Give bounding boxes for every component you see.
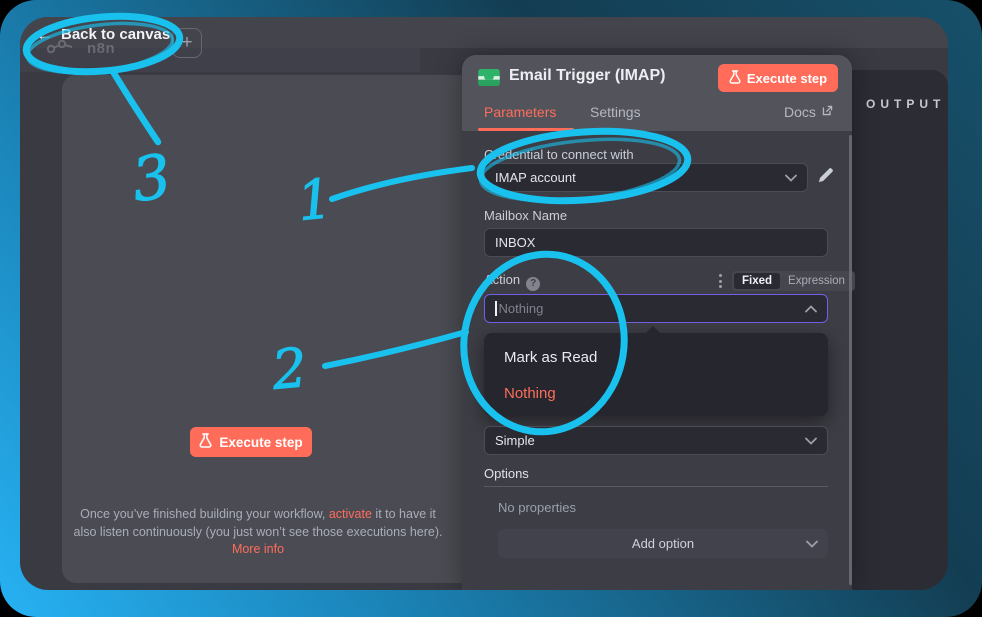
chevron-up-icon — [805, 301, 817, 316]
edit-credential-pencil-icon[interactable] — [817, 167, 834, 184]
more-info-link[interactable]: More info — [232, 542, 284, 556]
fixed-expression-toggle: Fixed Expression — [732, 271, 855, 291]
execute-step-label: Execute step — [747, 71, 827, 86]
node-settings-panel: Email Trigger (IMAP) Execute step Parame… — [462, 55, 852, 590]
mailbox-value: INBOX — [495, 235, 535, 250]
mode-fixed-button[interactable]: Fixed — [734, 273, 780, 289]
node-panel-header: Email Trigger (IMAP) Execute step Parame… — [462, 55, 852, 131]
mailbox-input[interactable]: INBOX — [484, 228, 828, 257]
panel-scrollbar[interactable] — [849, 135, 852, 585]
hint-text-1: Once you’ve finished building your workf… — [80, 507, 329, 521]
app-window: n8n ← Back to canvas + Execute step Once… — [20, 17, 948, 590]
no-properties-text: No properties — [498, 500, 576, 515]
flask-icon — [199, 433, 212, 451]
back-arrow-icon: ← — [36, 26, 53, 43]
docs-label: Docs — [784, 104, 816, 120]
email-imap-node-icon — [478, 69, 500, 86]
credential-select[interactable]: IMAP account — [484, 163, 808, 192]
node-title: Email Trigger (IMAP) — [509, 67, 665, 85]
back-to-canvas-button[interactable]: ← Back to canvas — [36, 26, 170, 43]
options-divider — [484, 486, 828, 487]
format-select[interactable]: Simple — [484, 426, 828, 455]
canvas-execute-step-button[interactable]: Execute step — [190, 427, 312, 457]
action-select[interactable]: Nothing — [484, 294, 828, 323]
kebab-menu-icon[interactable] — [717, 272, 724, 290]
tab-parameters[interactable]: Parameters — [484, 104, 556, 120]
add-option-button[interactable]: Add option — [498, 529, 828, 558]
external-link-icon — [821, 104, 834, 120]
docs-link[interactable]: Docs — [784, 104, 834, 120]
hint-text-3: also listen continuously (you just won’t… — [74, 525, 443, 539]
execute-step-button[interactable]: Execute step — [718, 64, 838, 92]
dropdown-option-mark-as-read[interactable]: Mark as Read — [504, 349, 597, 366]
action-label: Action? — [484, 272, 540, 291]
chevron-down-icon — [805, 433, 817, 448]
output-panel: OUTPUT — [852, 70, 948, 590]
credential-label: Credential to connect with — [484, 147, 634, 162]
hint-text-2: it to have it — [372, 507, 436, 521]
plus-icon: + — [181, 32, 192, 54]
activation-hint: Once you’ve finished building your workf… — [67, 506, 449, 559]
credential-value: IMAP account — [495, 170, 576, 185]
chevron-down-icon — [806, 536, 818, 551]
action-row-controls: Fixed Expression — [717, 271, 855, 291]
help-icon[interactable]: ? — [526, 277, 540, 291]
add-node-button[interactable]: + — [172, 28, 202, 58]
activate-link[interactable]: activate — [329, 507, 372, 521]
tab-settings[interactable]: Settings — [590, 104, 641, 120]
mailbox-label: Mailbox Name — [484, 208, 567, 223]
back-to-canvas-label: Back to canvas — [61, 26, 170, 43]
action-placeholder: Nothing — [499, 301, 544, 316]
flask-icon — [729, 70, 741, 87]
output-panel-title: OUTPUT — [866, 97, 945, 111]
dropdown-option-nothing[interactable]: Nothing — [504, 385, 556, 402]
canvas-execute-step-label: Execute step — [219, 435, 302, 450]
chevron-down-icon — [785, 170, 797, 185]
active-tab-underline — [478, 128, 574, 131]
format-value: Simple — [495, 433, 535, 448]
add-option-label: Add option — [632, 536, 694, 551]
mode-expression-button[interactable]: Expression — [780, 273, 853, 289]
screenshot-root: n8n ← Back to canvas + Execute step Once… — [0, 0, 982, 617]
options-section-label: Options — [484, 466, 529, 481]
action-dropdown-popup: Mark as Read Nothing — [484, 333, 828, 416]
text-cursor — [495, 301, 497, 316]
